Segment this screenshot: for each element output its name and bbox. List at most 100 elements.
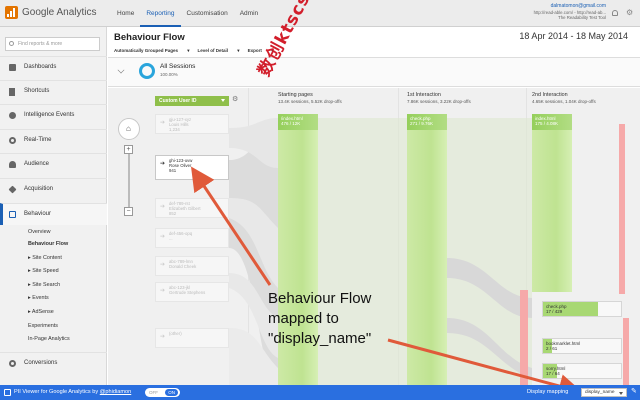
segment-percent: 100.00%: [160, 72, 178, 77]
dimension-node[interactable]: ➔ (other): [155, 328, 229, 348]
account-switcher[interactable]: dalmatomon@gmail.com http://read-able.co…: [534, 3, 606, 21]
dimension-node[interactable]: ➔ def-789-rst Elizabeth Gilbert 852: [155, 198, 229, 218]
column-stats: 7.86K sessions, 3.22K drop-offs: [407, 98, 471, 104]
sub-adsense[interactable]: ▸ AdSense: [28, 309, 54, 315]
sub-label: Site Content: [32, 255, 62, 261]
segment-name[interactable]: All Sessions: [160, 63, 195, 70]
top-bar: Google Analytics Home Reporting Customis…: [0, 0, 640, 27]
dimension-node[interactable]: ➔ abc-789-lmn Donald Cheek: [155, 256, 229, 276]
sidebar-item-realtime[interactable]: Real-Time: [0, 129, 107, 151]
gear-icon[interactable]: ⚙: [626, 9, 633, 17]
drop-off-strip[interactable]: [520, 290, 528, 385]
node-arrow-icon: ➔: [160, 288, 166, 294]
grid-icon: [9, 64, 16, 71]
grouping-dropdown[interactable]: Automatically Grouped Pages ▾: [114, 48, 190, 54]
dimension-node-selected[interactable]: ➔ ghi-123-uvw Rose Oliver 941: [155, 155, 229, 180]
search-input[interactable]: Find reports & more: [5, 37, 100, 51]
drop-off-strip[interactable]: [619, 124, 625, 294]
node-arrow-icon: ➔: [160, 120, 166, 126]
flow-node[interactable]: /index.html 476 / 12K: [278, 114, 318, 130]
nav-reporting[interactable]: Reporting: [140, 0, 181, 27]
nav-customisation[interactable]: Customisation: [181, 0, 234, 27]
sidebar-item-behaviour[interactable]: Behaviour: [0, 203, 107, 225]
pii-toggle[interactable]: OFF ON: [145, 388, 180, 397]
date-range-picker[interactable]: 18 Apr 2014 - 18 May 2014: [519, 31, 628, 41]
flow-node-value: 476 / 12K: [281, 121, 301, 126]
clock-icon: [9, 137, 16, 144]
dimension-node[interactable]: ➔ abc-123-jkl Gertrude Stephens: [155, 282, 229, 302]
flow-node-value: 175 / 4.08K: [535, 121, 559, 126]
column-header-1st-interaction: 1st Interaction 7.86K sessions, 3.22K dro…: [407, 92, 471, 105]
extension-bar: PII Viewer for Google Analytics by @phid…: [0, 385, 640, 400]
flow-node-value: 2 / 61: [546, 346, 558, 351]
chevron-down-icon[interactable]: [117, 66, 125, 74]
node-arrow-icon: ➔: [160, 234, 166, 240]
person-icon: [9, 161, 16, 168]
arrow-icon: [9, 88, 15, 96]
sidebar-item-label: Acquisition: [24, 186, 54, 192]
dimension-gear-icon[interactable]: ⚙: [232, 96, 238, 104]
flow-node-value: 17 / 64: [546, 371, 560, 376]
drop-off-strip[interactable]: [623, 318, 629, 385]
flow-node[interactable]: sorry.html 17 / 64: [542, 363, 622, 379]
analytics-logo-icon: [5, 6, 18, 19]
flow-node-column[interactable]: [407, 114, 447, 385]
sub-site-content[interactable]: ▸ Site Content: [28, 255, 62, 261]
node-count: 941: [169, 168, 177, 173]
level-of-detail-dropdown[interactable]: Level of Detail ▾: [198, 48, 240, 54]
flow-node[interactable]: index.html 175 / 4.08K: [532, 114, 572, 130]
sidebar: Find reports & more Dashboards Shortcuts…: [0, 27, 107, 385]
zoom-in-button[interactable]: +: [124, 145, 133, 154]
dropdown-arrow-icon: [221, 99, 225, 102]
account-view: The Readability Test Tool: [558, 15, 606, 20]
sidebar-item-label: Dashboards: [24, 64, 57, 70]
dimension-label: Custom User ID: [159, 98, 197, 104]
top-nav: Home Reporting Customisation Admin: [111, 0, 264, 27]
sub-events[interactable]: ▸ Events: [28, 295, 49, 301]
sidebar-item-dashboards[interactable]: Dashboards: [0, 56, 107, 78]
nav-home[interactable]: Home: [111, 0, 140, 27]
zoom-slider[interactable]: [128, 148, 130, 208]
sub-in-page-analytics[interactable]: In-Page Analytics: [28, 336, 70, 342]
wrench-icon[interactable]: ✎: [631, 388, 637, 396]
dimension-node[interactable]: ➔ gju-127-xyz Louis Hills 1,234: [155, 114, 229, 134]
sub-site-speed[interactable]: ▸ Site Speed: [28, 268, 59, 274]
dropdown-label: Level of Detail: [197, 48, 229, 53]
column-header-starting-pages: Starting pages 13.4K sessions, 5.52K drop…: [278, 92, 342, 105]
report-toolbar: Automatically Grouped Pages ▾ Level of D…: [114, 48, 281, 54]
sidebar-item-conversions[interactable]: Conversions: [0, 352, 107, 374]
ga-logo[interactable]: Google Analytics: [5, 6, 97, 19]
extension-icon: [4, 389, 11, 396]
annotation-line: mapped to: [268, 310, 339, 327]
sidebar-item-acquisition[interactable]: Acquisition: [0, 178, 107, 200]
extension-author-link[interactable]: @phidiamon: [100, 389, 132, 395]
notification-icon[interactable]: [612, 10, 618, 16]
dimension-node[interactable]: ➔ def-456-opq...: [155, 228, 229, 248]
sidebar-item-intelligence[interactable]: Intelligence Events: [0, 104, 107, 126]
sub-site-search[interactable]: ▸ Site Search: [28, 282, 60, 288]
annotation-text: Behaviour Flow mapped to "display_name": [268, 289, 371, 349]
zoom-out-button[interactable]: −: [124, 207, 133, 216]
flow-node[interactable]: bookmarklet.html 2 / 61: [542, 338, 622, 354]
display-mapping-select[interactable]: display_name: [581, 388, 627, 397]
node-count: 852: [169, 211, 177, 216]
annotation-line: "display_name": [268, 330, 372, 347]
flow-node-column[interactable]: [532, 114, 572, 292]
extension-name: PII Viewer for Google Analytics: [14, 389, 91, 395]
behaviour-flow-canvas[interactable]: Custom User ID ⚙ ⌂ + − ➔ gju-127-xyz Louis…: [108, 88, 640, 385]
search-icon: [9, 41, 14, 46]
sub-experiments[interactable]: Experiments: [28, 323, 58, 329]
acquisition-icon: [8, 185, 17, 194]
toggle-off-label: OFF: [149, 390, 158, 395]
mapping-value: display_name: [585, 390, 615, 395]
sidebar-item-audience[interactable]: Audience: [0, 153, 107, 175]
sub-overview[interactable]: Overview: [28, 229, 50, 235]
nav-admin[interactable]: Admin: [234, 0, 264, 27]
pan-control[interactable]: ⌂: [118, 118, 140, 140]
flow-node[interactable]: check.php 271 / 9.76K: [407, 114, 447, 130]
flow-node[interactable]: check.php 17 / 429: [542, 301, 622, 317]
search-placeholder: Find reports & more: [18, 41, 63, 47]
dimension-selector[interactable]: Custom User ID: [155, 96, 229, 106]
sidebar-item-shortcuts[interactable]: Shortcuts: [0, 80, 107, 102]
sub-behaviour-flow[interactable]: Behaviour Flow: [28, 241, 68, 247]
